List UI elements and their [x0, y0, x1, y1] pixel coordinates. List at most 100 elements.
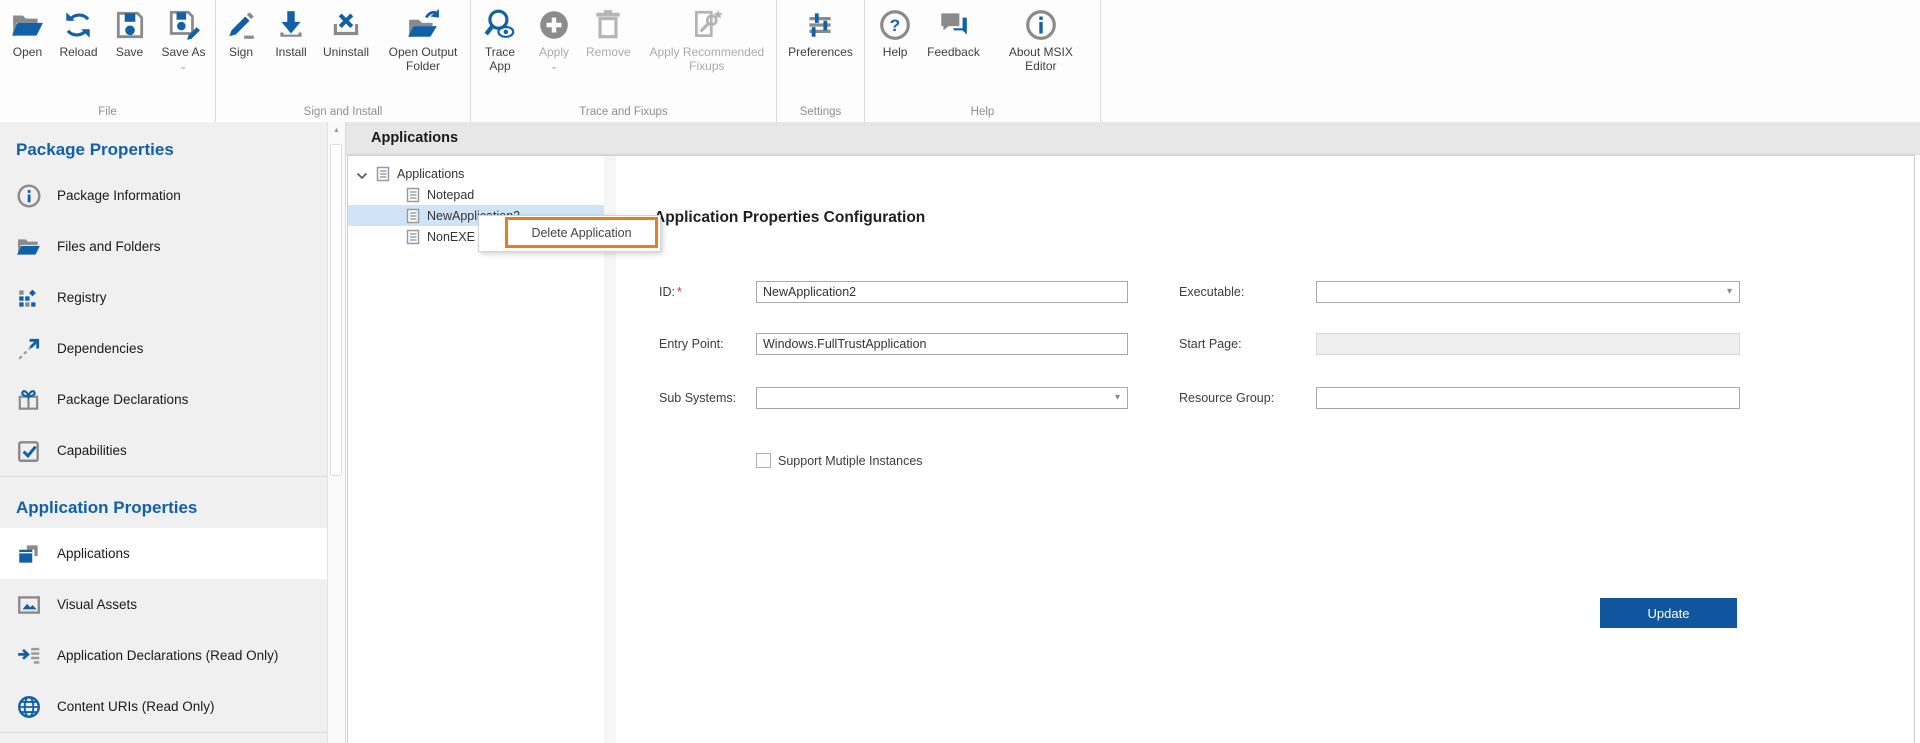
- files-and-folders-icon: [16, 234, 42, 260]
- apply-recommended-fixups-button[interactable]: Apply Recommended Fixups: [638, 7, 776, 73]
- registry-icon: [16, 285, 42, 311]
- tree-node-label: Notepad: [427, 187, 475, 202]
- save-as-button[interactable]: Save As ⌄: [155, 7, 213, 70]
- visual-assets-icon: [16, 592, 42, 618]
- sidebar-item-files-and-folders[interactable]: Files and Folders: [0, 221, 327, 272]
- install-icon: [273, 7, 309, 43]
- save-as-button-label: Save As: [161, 45, 206, 59]
- sidebar-item-label: Package Declarations: [57, 392, 189, 407]
- tree-node-label: Applications: [397, 166, 465, 181]
- main-header-bar: Applications: [346, 122, 1920, 155]
- ribbon-toolbar: Open Reload Save Save As ⌄ File Sign Ins…: [0, 0, 1920, 123]
- open-output-folder-button-label: Open Output Folder: [388, 45, 458, 73]
- sidebar-scrollbar[interactable]: ▲: [328, 122, 346, 743]
- start-page-label: Start Page:: [1179, 337, 1242, 351]
- tree-node-applications-root[interactable]: Applications: [348, 163, 604, 184]
- sidebar-item-dependencies[interactable]: Dependencies: [0, 323, 327, 374]
- scrollbar-up-arrow-icon[interactable]: ▲: [328, 122, 345, 134]
- ribbon-group-help: ? Help Feedback About MSIX Editor Help: [865, 0, 1101, 122]
- trace-app-button[interactable]: Trace App: [471, 7, 529, 73]
- apply-recommended-fixups-icon: [689, 7, 725, 43]
- tree-node-label: NonEXE: [427, 229, 475, 244]
- sidebar-item-registry[interactable]: Registry: [0, 272, 327, 323]
- save-button-label: Save: [115, 45, 144, 59]
- start-page-input: [1316, 333, 1740, 355]
- sidebar-item-label: Dependencies: [57, 341, 144, 356]
- save-icon: [112, 7, 148, 43]
- trace-app-button-label: Trace App: [484, 45, 516, 73]
- executable-label: Executable:: [1179, 285, 1245, 299]
- id-label: ID: *: [659, 285, 682, 299]
- delete-application-menu-item[interactable]: Delete Application: [505, 217, 658, 248]
- about-msix-editor-button[interactable]: About MSIX Editor: [987, 7, 1095, 73]
- sidebar-section-title-application-properties: Application Properties: [16, 498, 198, 517]
- update-button[interactable]: Update: [1600, 598, 1737, 628]
- apply-button[interactable]: Apply ⌄: [529, 7, 579, 70]
- preferences-button[interactable]: Preferences: [781, 7, 860, 60]
- sidebar-item-label: Applications: [57, 546, 130, 561]
- reload-icon: [60, 7, 96, 43]
- open-button[interactable]: Open: [2, 7, 52, 60]
- resource-group-label: Resource Group:: [1179, 391, 1275, 405]
- id-label-text: ID:: [659, 285, 675, 299]
- feedback-button[interactable]: Feedback: [920, 7, 987, 60]
- document-icon: [406, 187, 420, 203]
- sub-systems-label: Sub Systems:: [659, 391, 737, 405]
- preferences-icon: [802, 7, 838, 43]
- document-icon: [376, 166, 390, 182]
- executable-combobox[interactable]: ▾: [1316, 281, 1740, 303]
- open-button-label: Open: [12, 45, 43, 59]
- document-icon: [406, 229, 420, 245]
- sidebar-item-content-uris[interactable]: Content URIs (Read Only): [0, 681, 327, 732]
- capabilities-icon: [16, 438, 42, 464]
- dropdown-arrow-icon[interactable]: ▾: [1727, 286, 1732, 298]
- sub-systems-combobox[interactable]: ▾: [756, 387, 1128, 409]
- sidebar-navigation: Package Properties Package Information F…: [0, 122, 328, 743]
- feedback-icon: [935, 7, 971, 43]
- preferences-button-label: Preferences: [788, 45, 853, 59]
- application-declarations-icon: [16, 643, 42, 669]
- help-button[interactable]: ? Help: [870, 7, 920, 60]
- application-properties-form: Application Properties Configuration ID:…: [616, 156, 1914, 743]
- remove-icon: [590, 7, 626, 43]
- remove-button[interactable]: Remove: [579, 7, 638, 60]
- uninstall-icon: [328, 7, 364, 43]
- apply-recommended-fixups-button-label: Apply Recommended Fixups: [649, 45, 765, 73]
- about-msix-editor-button-label: About MSIX Editor: [1008, 45, 1073, 73]
- save-as-icon: [166, 7, 202, 43]
- support-multiple-instances-label: Support Mutiple Instances: [778, 454, 923, 468]
- id-input[interactable]: [756, 281, 1128, 303]
- sign-button[interactable]: Sign: [216, 7, 266, 60]
- about-msix-editor-icon: [1023, 7, 1059, 43]
- ribbon-group-label-file: File: [98, 106, 117, 118]
- sidebar-divider: [0, 732, 327, 733]
- uninstall-button[interactable]: Uninstall: [316, 7, 376, 60]
- entry-point-label: Entry Point:: [659, 337, 724, 351]
- scrollbar-thumb[interactable]: [330, 144, 342, 476]
- remove-button-label: Remove: [585, 45, 631, 59]
- document-icon: [406, 208, 420, 224]
- resource-group-input[interactable]: [1316, 387, 1740, 409]
- sidebar-section-title-package-properties: Package Properties: [16, 140, 174, 159]
- sign-icon: [223, 7, 259, 43]
- sidebar-item-capabilities[interactable]: Capabilities: [0, 425, 327, 476]
- support-multiple-instances-checkbox[interactable]: [756, 453, 771, 468]
- applications-icon: [16, 541, 42, 567]
- reload-button-label: Reload: [59, 45, 98, 59]
- save-button[interactable]: Save: [105, 7, 155, 60]
- sidebar-item-package-information[interactable]: Package Information: [0, 170, 327, 221]
- page-title: Applications: [371, 130, 459, 146]
- ribbon-group-label-help: Help: [970, 106, 995, 118]
- sidebar-item-applications[interactable]: Applications: [0, 528, 327, 579]
- sidebar-item-visual-assets[interactable]: Visual Assets: [0, 579, 327, 630]
- install-button[interactable]: Install: [266, 7, 316, 60]
- tree-node-notepad[interactable]: Notepad: [348, 184, 604, 205]
- chevron-down-icon[interactable]: [356, 169, 370, 179]
- dropdown-arrow-icon[interactable]: ▾: [1115, 392, 1120, 404]
- sidebar-item-application-declarations[interactable]: Application Declarations (Read Only): [0, 630, 327, 681]
- sidebar-item-package-declarations[interactable]: Package Declarations: [0, 374, 327, 425]
- entry-point-input[interactable]: [756, 333, 1128, 355]
- reload-button[interactable]: Reload: [52, 7, 104, 60]
- open-output-folder-button[interactable]: Open Output Folder: [376, 7, 470, 73]
- svg-text:?: ?: [890, 16, 900, 35]
